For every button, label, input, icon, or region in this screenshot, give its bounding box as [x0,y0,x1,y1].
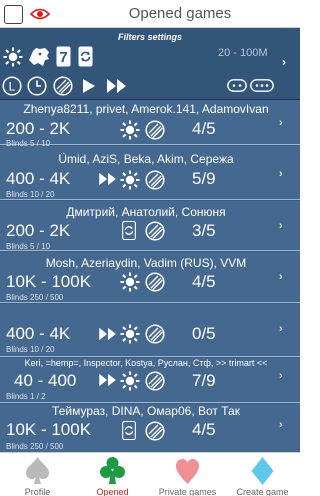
game-stakes: 40 - 400 [14,371,77,390]
seats-count: 0/5 [192,324,216,343]
refresh-icon [122,421,136,440]
svg-text:7: 7 [59,49,67,66]
seats-count: 7/9 [192,371,216,390]
chevron-right-icon[interactable]: › [279,168,283,180]
nav-label: Opened [96,487,129,496]
double-play-icon [99,327,116,341]
seats-count: 4/5 [192,420,216,439]
letter-l-icon[interactable]: L [2,76,22,96]
nav-opened[interactable]: Opened [75,453,150,496]
game-row[interactable]: 400 - 4K Blinds 10 / 20 0/5 › [0,304,300,357]
no-jokers-icon [145,421,165,441]
game-players: Теймураз, DINA, Омар06, Вот Так [52,404,240,418]
svg-text:L: L [9,80,16,94]
games-list[interactable]: Zhenya8211, privet, Amerok.141, AdamovIv… [0,100,300,452]
game-blinds: Blinds 10 / 20 [6,190,55,199]
chevron-right-icon[interactable]: › [279,323,283,335]
no-jokers-icon [145,170,165,190]
game-blinds: Blinds 1 / 2 [6,392,46,401]
chevron-right-icon[interactable]: › [279,370,283,382]
sun-icon [120,120,140,140]
game-blinds: Blinds 10 / 20 [6,345,55,354]
no-jokers-icon [145,120,165,140]
game-blinds: Blinds 250 / 500 [6,442,64,451]
chevron-right-icon[interactable]: › [282,55,286,69]
spade-icon [26,457,49,484]
animal-icon[interactable] [27,46,51,68]
seats-count: 4/5 [192,272,216,291]
game-row[interactable]: Mosh, Azeriaydin, Vadim (RUS), VVM 10K -… [0,252,300,303]
bottom-nav: Profile Opened Private games Create game [0,452,300,496]
sun-icon [120,371,140,391]
game-stakes: 400 - 4K [6,169,71,188]
double-play-icon [99,373,116,387]
nav-private-games[interactable]: Private games [150,453,225,496]
chevron-right-icon[interactable]: › [279,271,283,283]
double-play-icon [99,172,116,186]
double-play-icon[interactable] [106,78,128,94]
seven-card-icon[interactable]: 7 [56,46,71,67]
nav-label: Create game [236,487,289,496]
heart-icon [176,459,199,484]
game-stakes: 10K - 100K [6,420,92,439]
stakes-range[interactable]: 20 - 100M [218,47,268,59]
game-stakes: 200 - 2K [6,119,71,138]
game-stakes: 10K - 100K [6,272,92,291]
eye-icon[interactable] [30,8,50,20]
no-jokers-icon [145,272,165,292]
sun-icon[interactable] [3,47,23,67]
nav-label: Private games [158,487,217,496]
no-jokers-icon [145,221,165,241]
seats-count: 4/5 [192,119,216,138]
nav-create-game[interactable]: Create game [225,453,300,496]
filters-panel[interactable]: Filters settings 7 20 - 100M › L [0,28,300,100]
chevron-right-icon[interactable]: › [279,117,283,129]
game-stakes: 200 - 2K [6,221,71,240]
refresh-icon [122,221,136,240]
no-jokers-icon [145,324,165,344]
pill-toggle-icon[interactable] [227,79,247,92]
diamond-icon [251,457,274,485]
sun-icon [120,272,140,292]
no-jokers-icon[interactable] [53,76,73,96]
sun-icon [120,170,140,190]
game-players: Ümid, AziS, Beka, Akim, Сережа [58,152,234,166]
page-title: Opened games [128,5,232,22]
game-players: Keri, =hemp=, Inspector, Kostya, Руслан,… [24,358,268,368]
game-row[interactable]: Теймураз, DINA, Омар06, Вот Так 10K - 10… [0,404,300,452]
game-row[interactable]: Ümid, AziS, Beka, Akim, Сережа 400 - 4K … [0,146,300,200]
nav-label: Profile [24,487,51,496]
seats-count: 3/5 [192,221,216,240]
nav-profile[interactable]: Profile [0,453,75,496]
game-row[interactable]: Zhenya8211, privet, Amerok.141, AdamovIv… [0,100,300,148]
pill-toggle-icon[interactable] [250,79,274,92]
game-players: Дмитрий, Анатолий, Сонюня [66,205,226,219]
game-blinds: Blinds 5 / 10 [6,242,51,251]
sun-icon [120,324,140,344]
seats-count: 5/9 [192,169,216,188]
chevron-right-icon[interactable]: › [279,419,283,431]
header-bar: Opened games [0,0,300,28]
club-icon [100,457,125,484]
game-stakes: 400 - 4K [6,324,71,343]
chevron-right-icon[interactable]: › [279,220,283,232]
no-jokers-icon [145,371,165,391]
filters-label: Filters settings [117,32,182,42]
select-checkbox[interactable] [4,5,23,24]
game-players: Zhenya8211, privet, Amerok.141, AdamovIv… [23,102,269,116]
game-blinds: Blinds 250 / 500 [6,293,64,302]
clock-icon[interactable] [27,76,47,96]
game-row[interactable]: Keri, =hemp=, Inspector, Kostya, Руслан,… [0,358,300,403]
refresh-card-icon[interactable] [78,46,93,67]
game-players: Mosh, Azeriaydin, Vadim (RUS), VVM [45,256,247,270]
game-row[interactable]: Дмитрий, Анатолий, Сонюня 200 - 2K Blind… [0,201,300,251]
play-icon[interactable] [82,78,96,94]
